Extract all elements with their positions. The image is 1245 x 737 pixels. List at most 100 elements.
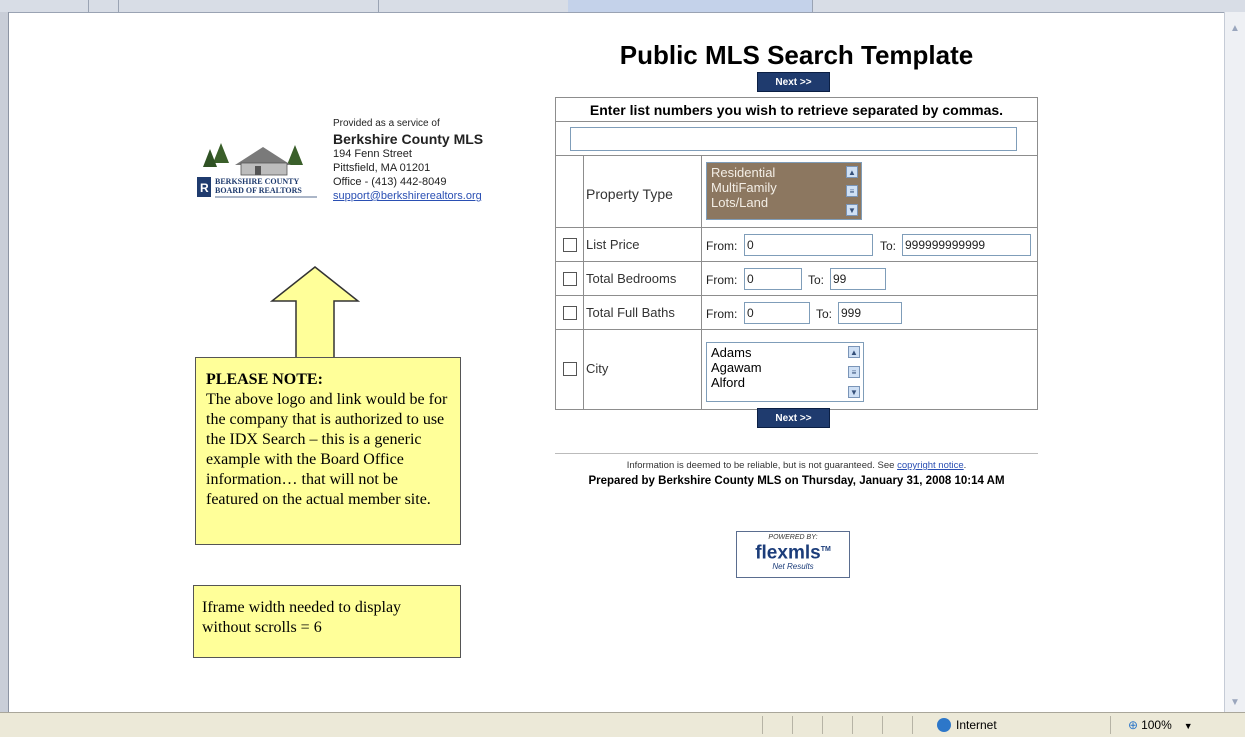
baths-label: Total Full Baths [586,305,675,320]
svg-text:R: R [200,181,209,195]
status-cell [822,716,823,734]
zoom-level: 100% [1141,718,1172,732]
city-option[interactable]: Agawam [711,360,859,375]
next-button-bottom[interactable]: Next >> [757,408,830,428]
powered-by-text: POWERED BY: [768,534,818,541]
disclaimer-end: . [963,460,967,471]
baths-checkbox[interactable] [563,306,577,320]
browser-tab-strip [0,0,1245,13]
bedrooms-from-input[interactable]: 0 [744,268,802,290]
status-cell [1110,716,1111,734]
to-label: To: [808,273,825,287]
tab-segment[interactable] [0,0,89,12]
svg-text:BOARD OF REALTORS: BOARD OF REALTORS [215,186,302,195]
status-cell [852,716,853,734]
checkbox-cell [556,228,584,261]
tab-segment[interactable] [118,0,379,12]
list-price-label: List Price [586,237,640,252]
status-cell [882,716,883,734]
tab-segment[interactable] [88,0,119,12]
zoom-icon: ⊕ [1128,718,1139,732]
page-footer: Information is deemed to be reliable, bu… [555,453,1038,489]
status-cell [912,716,913,734]
property-type-option[interactable]: MultiFamily [711,180,857,195]
from-label: From: [706,307,738,321]
provider-info: Provided as a service of Berkshire Count… [333,117,483,203]
provider-service-text: Provided as a service of [333,118,440,129]
chevron-down-icon[interactable]: ▼ [1184,721,1193,731]
baths-from-input[interactable]: 0 [744,302,810,324]
bedrooms-label: Total Bedrooms [586,271,677,286]
property-type-select[interactable]: Residential MultiFamily Lots/Land ▲ ≡ ▼ [706,162,862,220]
status-bar: Internet ⊕ 100% ▼ [0,712,1245,737]
city-option[interactable]: Alford [711,375,859,390]
scroll-thumb-icon[interactable]: ≡ [848,366,860,378]
list-numbers-input[interactable] [570,127,1017,151]
copyright-notice-link[interactable]: copyright notice [897,460,964,471]
city-option[interactable]: Adams [711,345,859,360]
tab-segment[interactable] [378,0,569,12]
please-note-box: PLEASE NOTE: The above logo and link wou… [195,357,461,545]
provider-address-line1: 194 Fenn Street [333,148,412,160]
note-heading: PLEASE NOTE: [206,371,323,388]
scroll-down-icon[interactable]: ▼ [846,204,858,216]
checkbox-cell [556,156,584,227]
property-type-label: Property Type [586,186,673,202]
zoom-control[interactable]: ⊕ 100% ▼ [1128,716,1193,734]
tab-segment[interactable] [812,0,1245,12]
from-label: From: [706,239,738,253]
checkbox-cell [556,330,584,409]
provider-email-link[interactable]: support@berkshirerealtors.org [333,190,482,202]
city-checkbox[interactable] [563,362,577,376]
board-of-realtors-logo: R BERKSHIRE COUNTY BOARD OF REALTORS [197,143,317,198]
city-select[interactable]: Adams Agawam Alford ▲ ≡ ▼ [706,342,864,402]
scroll-down-icon[interactable]: ▼ [1228,696,1242,710]
flexmls-brand: flexmlsTM [737,541,849,562]
instructions-row: Enter list numbers you wish to retrieve … [556,98,1037,122]
scroll-up-icon[interactable]: ▲ [1228,22,1242,36]
page-title: Public MLS Search Template [619,40,974,70]
provider-phone: Office - (413) 442-8049 [333,176,447,188]
net-results-text: Net Results [772,562,814,572]
list-price-row: List Price From: 0 To: 999999999999 [556,228,1037,262]
city-row: City Adams Agawam Alford ▲ ≡ ▼ [556,330,1037,409]
instructions-text: Enter list numbers you wish to retrieve … [589,102,1004,118]
property-type-option[interactable]: Residential [711,165,857,180]
bedrooms-to-input[interactable]: 99 [830,268,886,290]
provider-org-name: Berkshire County MLS [333,131,484,147]
window-left-border [0,12,9,712]
from-label: From: [706,273,738,287]
prepared-by-text: Prepared by Berkshire County MLS on Thur… [588,475,1005,487]
bedrooms-checkbox[interactable] [563,272,577,286]
disclaimer-text: Information is deemed to be reliable, bu… [626,460,895,471]
flexmls-brand-text: flexmls [755,542,821,564]
bedrooms-row: Total Bedrooms From: 0 To: 99 [556,262,1037,296]
list-price-checkbox[interactable] [563,238,577,252]
svg-text:BERKSHIRE COUNTY: BERKSHIRE COUNTY [215,177,299,186]
trademark-text: TM [820,546,831,553]
search-form: Enter list numbers you wish to retrieve … [555,97,1038,410]
flexmls-badge[interactable]: POWERED BY: flexmlsTM Net Results [736,531,850,578]
scroll-up-icon[interactable]: ▲ [846,166,858,178]
baths-to-input[interactable]: 999 [838,302,902,324]
status-cell [792,716,793,734]
list-price-from-input[interactable]: 0 [744,234,873,256]
zone-label: Internet [956,718,997,732]
checkbox-cell [556,262,584,295]
city-label: City [586,361,609,376]
scroll-thumb-icon[interactable]: ≡ [846,185,858,197]
tab-segment-active[interactable] [568,0,813,12]
disclaimer: Information is deemed to be reliable, bu… [555,460,1038,471]
list-numbers-row [556,122,1037,156]
property-type-option[interactable]: Lots/Land [711,195,857,210]
security-zone[interactable]: Internet [937,716,997,734]
vertical-scrollbar[interactable]: ▲ ▼ [1224,12,1245,712]
iframe-width-note: Iframe width needed to display without s… [193,585,461,658]
to-label: To: [880,239,897,253]
next-button-top[interactable]: Next >> [757,72,830,92]
status-cell [762,716,763,734]
scroll-down-icon[interactable]: ▼ [848,386,860,398]
list-price-to-input[interactable]: 999999999999 [902,234,1031,256]
scroll-up-icon[interactable]: ▲ [848,346,860,358]
provider-address-line2: Pittsfield, MA 01201 [333,162,431,174]
